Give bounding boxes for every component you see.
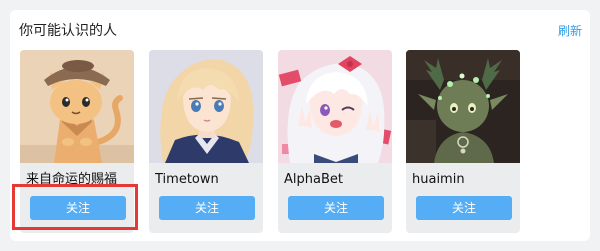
user-name[interactable]: huaimin [412,171,516,189]
refresh-link[interactable]: 刷新 [558,23,582,39]
follow-button[interactable]: 关注 [288,196,384,220]
user-name[interactable]: Timetown [155,171,259,189]
user-card[interactable]: AlphaBet 关注 [278,50,392,233]
panel-title: 你可能认识的人 [19,23,117,39]
dark-creature-avatar-icon[interactable] [406,50,520,163]
anime-white-hair-avatar-icon[interactable] [278,50,392,163]
user-card[interactable]: huaimin 关注 [406,50,520,233]
user-card[interactable]: Timetown 关注 [149,50,263,233]
highlight-box [12,184,138,230]
user-name[interactable]: AlphaBet [284,171,388,189]
cartoon-cat-avatar-icon[interactable] [20,50,134,163]
anime-blonde-avatar-icon[interactable] [149,50,263,163]
follow-button[interactable]: 关注 [416,196,512,220]
follow-button[interactable]: 关注 [159,196,255,220]
